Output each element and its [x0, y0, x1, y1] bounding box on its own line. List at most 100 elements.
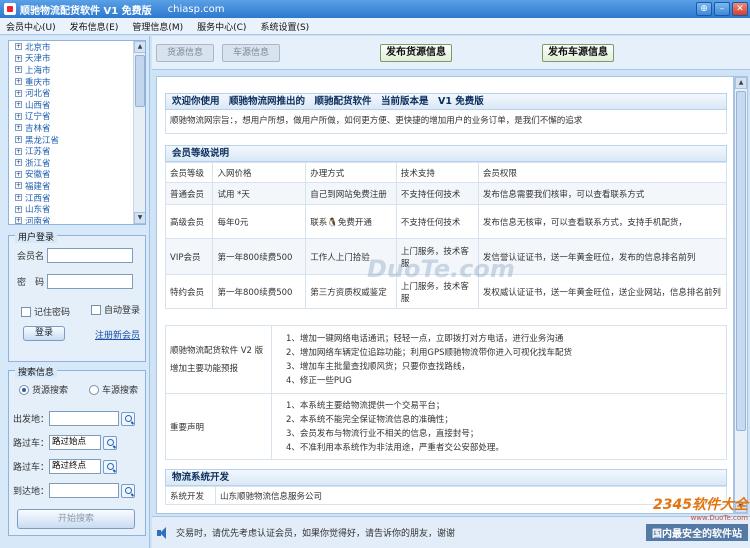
welcome-title: 欢迎你使用 顺驰物流网推出的 顺驰配货软件 当前版本是 V1 免费版	[165, 93, 727, 110]
version-table: 顺驰物流配货软件 V2 版 增加主要功能预报 1、增加一键网络电话通讯；轻轻一点…	[165, 325, 727, 460]
version-section: 顺驰物流配货软件 V2 版 增加主要功能预报 1、增加一键网络电话通讯；轻轻一点…	[165, 325, 727, 460]
expand-icon[interactable]: +	[15, 78, 22, 86]
province-item[interactable]: + 北京市	[9, 41, 145, 53]
province-item[interactable]: + 福建省	[9, 180, 145, 192]
scroll-down-icon[interactable]: ▼	[134, 212, 145, 224]
remember-checkbox[interactable]	[21, 306, 31, 317]
table-cell: 发布信息无核审，可以查看联系方式，支持手机配货，	[477, 204, 728, 239]
version-label: 顺驰物流配货软件 V2 版	[170, 345, 264, 356]
menu-manage[interactable]: 管理信息(M)	[132, 20, 183, 33]
left-panel: + 北京市 + 天津市 + 上海市 + 重庆市 + 河北省 + 山西省 + 辽宁省 + 吉林省 + 黑龙江省 + 江苏…	[0, 36, 150, 548]
province-label: 重庆市	[25, 77, 51, 88]
menu-settings[interactable]: 系统设置(S)	[260, 20, 309, 33]
province-item[interactable]: + 河北省	[9, 87, 145, 99]
login-box: 用户登录 会员名 密 码 记住密码 自动登录 登录 注册新会员	[8, 230, 146, 362]
vehicle-info-tab[interactable]: 车源信息	[222, 44, 280, 62]
goods-search-label: 货源搜索	[32, 386, 69, 396]
username-input[interactable]	[47, 248, 133, 263]
window-controls: ⊕ – ✕	[696, 2, 748, 16]
expand-icon[interactable]: +	[15, 147, 22, 155]
province-item[interactable]: + 山西省	[9, 99, 145, 111]
province-item[interactable]: + 江苏省	[9, 145, 145, 157]
province-item[interactable]: + 江西省	[9, 192, 145, 204]
province-item[interactable]: + 天津市	[9, 53, 145, 64]
expand-icon[interactable]: +	[15, 89, 22, 97]
pin-icon[interactable]: ⊕	[696, 2, 712, 16]
province-item[interactable]: + 山东省	[9, 203, 145, 215]
route2-search-icon[interactable]	[103, 459, 117, 474]
province-tree[interactable]: + 北京市 + 天津市 + 上海市 + 重庆市 + 河北省 + 山西省 + 辽宁省 + 吉林省 + 黑龙江省 + 江苏…	[8, 40, 146, 225]
province-item[interactable]: + 吉林省	[9, 122, 145, 134]
province-item[interactable]: + 安徽省	[9, 169, 145, 181]
login-legend: 用户登录	[15, 230, 58, 243]
province-item[interactable]: + 浙江省	[9, 157, 145, 169]
menu-member-center[interactable]: 会员中心(U)	[6, 20, 56, 33]
province-item[interactable]: + 辽宁省	[9, 111, 145, 122]
province-item[interactable]: + 黑龙江省	[9, 134, 145, 146]
expand-icon[interactable]: +	[15, 159, 22, 167]
province-item[interactable]: + 重庆市	[9, 76, 145, 88]
table-cell: 发信誉认证证书，送一年黄金旺位，发布的信息排名前列	[477, 238, 728, 275]
province-label: 安徽省	[25, 170, 51, 181]
to-search-icon[interactable]	[121, 483, 135, 498]
auto-login-checkbox[interactable]	[91, 304, 101, 315]
expand-icon[interactable]: +	[15, 43, 22, 51]
vehicle-search-radio[interactable]	[89, 384, 99, 395]
scroll-thumb[interactable]	[135, 55, 145, 107]
table-cell: 特约会员	[164, 274, 214, 309]
expand-icon[interactable]: +	[15, 54, 22, 62]
minimize-icon[interactable]: –	[714, 2, 730, 16]
route1-search-icon[interactable]	[103, 435, 117, 450]
expand-icon[interactable]: +	[15, 66, 22, 74]
expand-icon[interactable]: +	[15, 112, 22, 120]
goods-search-radio[interactable]	[19, 384, 29, 395]
publish-vehicle-button[interactable]: 发布车源信息	[542, 44, 614, 62]
expand-icon[interactable]: +	[15, 194, 22, 202]
from-input[interactable]	[49, 411, 119, 426]
password-input[interactable]	[47, 274, 133, 289]
province-label: 河南省	[25, 216, 51, 225]
to-input[interactable]	[49, 483, 119, 498]
to-label: 到达地：	[13, 487, 50, 497]
expand-icon[interactable]: +	[15, 136, 22, 144]
expand-icon[interactable]: +	[15, 217, 22, 224]
list-item: 1、本系统主要给物流提供一个交易平台；	[286, 400, 445, 411]
province-list: + 北京市 + 天津市 + 上海市 + 重庆市 + 河北省 + 山西省 + 辽宁省 + 吉林省 + 黑龙江省 + 江苏…	[9, 41, 145, 225]
route2-input[interactable]: 路过终点	[49, 459, 101, 474]
from-search-icon[interactable]	[121, 411, 135, 426]
start-search-button[interactable]: 开始搜索	[17, 509, 135, 529]
list-item: 4、修正一些PUG	[286, 375, 352, 386]
expand-icon[interactable]: +	[15, 182, 22, 190]
content-scrollbar[interactable]: ▲ ▼	[734, 76, 748, 514]
column-header: 会员权限	[477, 162, 728, 183]
table-cell: 第一年800续费500	[212, 238, 307, 275]
expand-icon[interactable]: +	[15, 101, 22, 109]
route1-input[interactable]: 路过始点	[49, 435, 101, 450]
goods-info-tab[interactable]: 货源信息	[156, 44, 214, 62]
menu-service[interactable]: 服务中心(C)	[197, 20, 246, 33]
welcome-section: 欢迎你使用 顺驰物流网推出的 顺驰配货软件 当前版本是 V1 免费版 顺驰物流网…	[165, 93, 727, 134]
levels-table: 会员等级 入网价格 办理方式 技术支持 会员权限 普通会员 试用 *天 自己到网站免费注册 不支…	[164, 162, 728, 309]
expand-icon[interactable]: +	[15, 170, 22, 178]
province-item[interactable]: + 上海市	[9, 64, 145, 76]
register-link[interactable]: 注册新会员	[95, 328, 140, 341]
center-watermark: DuoTe.com	[367, 255, 515, 283]
statement-label: 重要声明	[165, 393, 272, 460]
menu-bar: 会员中心(U) 发布信息(E) 管理信息(M) 服务中心(C) 系统设置(S)	[0, 18, 750, 35]
title-bar: 顺驰物流配货软件 V1 免费版 chiasp.com ⊕ – ✕	[0, 0, 750, 18]
speaker-icon	[156, 526, 170, 540]
scroll-up-icon[interactable]: ▲	[134, 41, 145, 53]
scroll-up-icon[interactable]: ▲	[735, 77, 747, 89]
close-icon[interactable]: ✕	[732, 2, 748, 16]
login-button[interactable]: 登录	[23, 326, 65, 341]
levels-title: 会员等级说明	[165, 145, 727, 162]
expand-icon[interactable]: +	[15, 124, 22, 132]
username-label: 会员名	[17, 252, 45, 262]
province-item[interactable]: + 河南省	[9, 215, 145, 225]
menu-publish[interactable]: 发布信息(E)	[70, 20, 119, 33]
expand-icon[interactable]: +	[15, 205, 22, 213]
tree-scrollbar[interactable]: ▲ ▼	[133, 41, 145, 224]
table-cell: 普通会员	[164, 182, 214, 205]
scroll-thumb[interactable]	[736, 91, 746, 431]
publish-goods-button[interactable]: 发布货源信息	[380, 44, 452, 62]
